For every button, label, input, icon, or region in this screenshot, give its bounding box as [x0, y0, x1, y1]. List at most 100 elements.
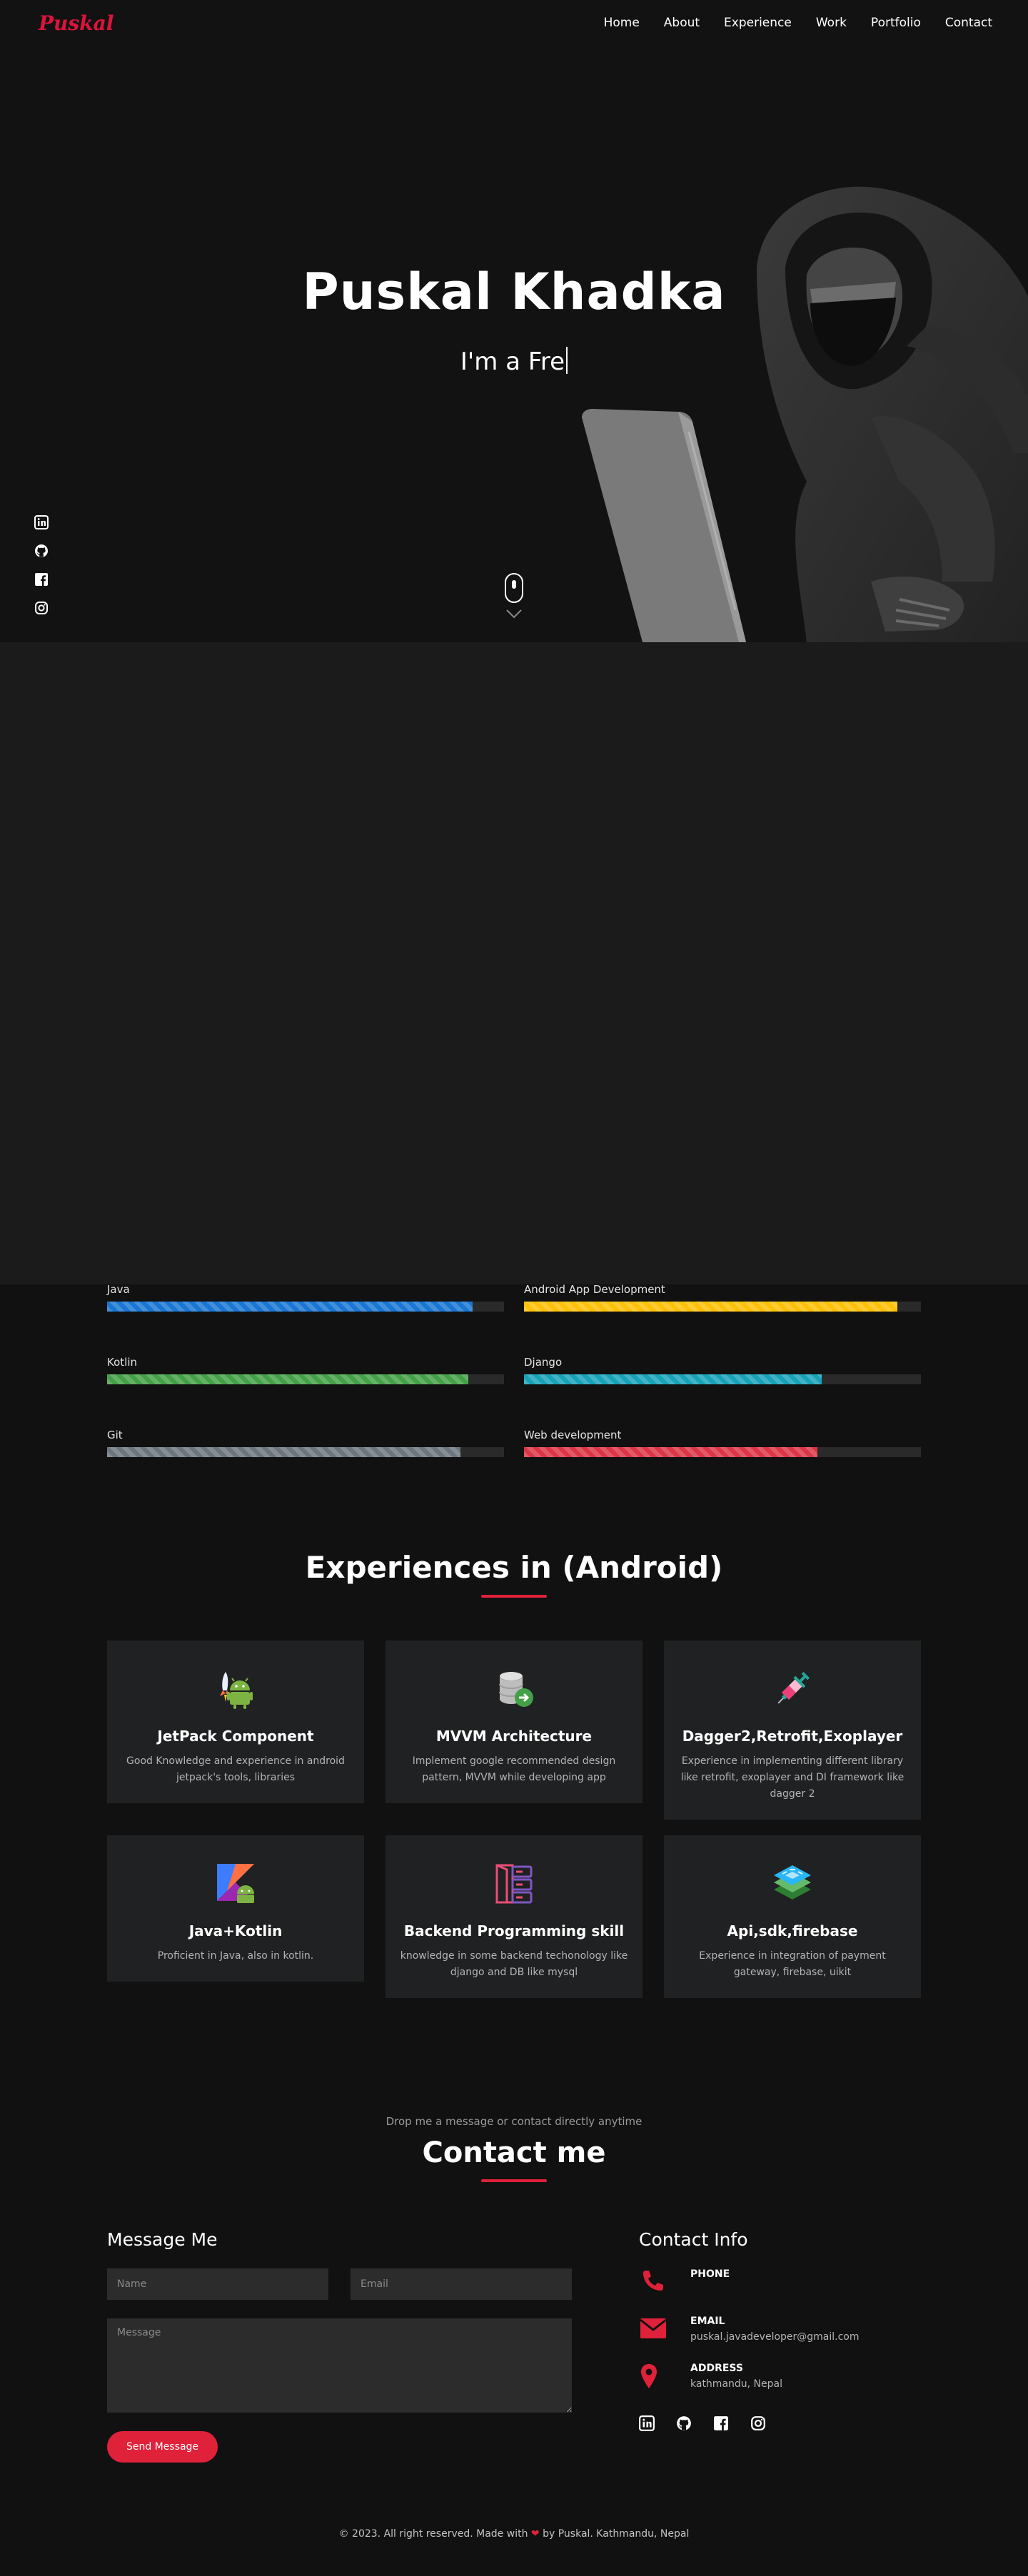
- chevron-down-icon[interactable]: [505, 608, 523, 619]
- heart-icon: ❤: [530, 2528, 540, 2540]
- message-textarea[interactable]: [107, 2318, 572, 2413]
- typing-cursor: [566, 347, 568, 374]
- skill-progress-fill: [107, 1302, 473, 1312]
- contact-social-links: [639, 2415, 921, 2431]
- github-icon[interactable]: [676, 2415, 692, 2431]
- email-label: EMAIL: [690, 2316, 725, 2327]
- linkedin-icon[interactable]: [34, 515, 49, 529]
- skill-item: Git: [107, 1429, 504, 1457]
- contact-info-title: Contact Info: [639, 2229, 748, 2250]
- card-description: Experience in integration of payment gat…: [699, 1950, 886, 1978]
- skill-item: Web development: [524, 1429, 921, 1457]
- skill-item: Java: [107, 1283, 504, 1312]
- nav-item-home[interactable]: Home: [604, 16, 640, 30]
- contact-title: Contact me: [422, 2136, 606, 2169]
- card-description: knowledge in some backend techonology li…: [400, 1950, 628, 1978]
- experience-card: Dagger2,Retrofit,Exoplayer Experience in…: [664, 1641, 921, 1820]
- syringe-icon: [777, 1671, 810, 1704]
- experience-card: JetPack Component Good Knowledge and exp…: [107, 1641, 364, 1803]
- contact-info-email: EMAIL puskal.javadeveloper@gmail.com: [639, 2316, 921, 2344]
- skill-label: Android App Development: [524, 1283, 665, 1296]
- footer-text-after: by Puskal. Kathmandu, Nepal: [543, 2528, 690, 2540]
- about-section-placeholder: [0, 642, 1028, 1284]
- scroll-mouse-icon[interactable]: [505, 573, 523, 603]
- experience-title: Experiences in (Android): [305, 1550, 723, 1585]
- skill-label: Kotlin: [107, 1356, 137, 1369]
- experience-card: Backend Programming skill knowledge in s…: [386, 1835, 642, 1998]
- phone-icon: [643, 2271, 663, 2291]
- phone-label: PHONE: [690, 2268, 730, 2280]
- skill-progress-fill: [524, 1302, 897, 1312]
- contact-section: Message Me Send Message Contact Info PHO…: [107, 2229, 921, 2463]
- linkedin-icon[interactable]: [639, 2415, 655, 2431]
- logo[interactable]: Puskal: [39, 11, 114, 35]
- skill-label: Git: [107, 1429, 123, 1441]
- address-label: ADDRESS: [690, 2363, 743, 2374]
- footer-text-before: © 2023. All right reserved. Made with: [338, 2528, 528, 2540]
- envelope-icon: [640, 2318, 667, 2338]
- nav-item-contact[interactable]: Contact: [945, 16, 992, 30]
- skill-progress-track: [107, 1374, 504, 1384]
- hero-name: Puskal Khadka: [302, 263, 726, 321]
- kotlin-android-icon: [217, 1864, 254, 1903]
- skill-progress-track: [524, 1447, 921, 1457]
- skill-progress-fill: [524, 1374, 822, 1384]
- facebook-icon[interactable]: [713, 2415, 729, 2431]
- form-title: Message Me: [107, 2229, 218, 2250]
- contact-info-address: ADDRESS kathmandu, Nepal: [639, 2363, 921, 2391]
- database-arrow-icon: [499, 1672, 533, 1707]
- skills-section: Java Android App Development Kotlin Django G…: [0, 1283, 1028, 1457]
- api-stack-icon: [774, 1865, 811, 1900]
- skill-item: Android App Development: [524, 1283, 921, 1312]
- email-input[interactable]: [351, 2268, 572, 2300]
- nav-item-work[interactable]: Work: [816, 16, 847, 30]
- experience-cards: JetPack Component Good Knowledge and exp…: [107, 1641, 921, 1998]
- hero-section: Puskal Khadka I'm a Fre: [0, 0, 1028, 642]
- map-pin-icon: [641, 2364, 657, 2388]
- github-icon[interactable]: [34, 544, 49, 558]
- card-description: Good Knowledge and experience in android…: [126, 1755, 345, 1783]
- instagram-icon[interactable]: [750, 2415, 766, 2431]
- nav-menu: Home About Experience Work Portfolio Con…: [604, 16, 992, 30]
- skill-progress-fill: [524, 1447, 818, 1457]
- skill-item: Kotlin: [107, 1356, 504, 1384]
- experience-card: Api,sdk,firebase Experience in integrati…: [664, 1835, 921, 1998]
- skill-progress-fill: [107, 1447, 460, 1457]
- nav-item-about[interactable]: About: [664, 16, 700, 30]
- skill-progress-track: [524, 1302, 921, 1312]
- instagram-icon[interactable]: [34, 601, 49, 615]
- experience-card: Java+Kotlin Proficient in Java, also in …: [107, 1835, 364, 1982]
- typed-text: I'm a Fre: [460, 348, 565, 376]
- skill-item: Django: [524, 1356, 921, 1384]
- card-description: Implement google recommended design patt…: [412, 1755, 616, 1783]
- contact-subtitle: Drop me a message or contact directly an…: [386, 2115, 642, 2128]
- navbar: Puskal Home About Experience Work Portfo…: [0, 0, 1028, 46]
- card-title: Java+Kotlin: [188, 1922, 283, 1939]
- name-input[interactable]: [107, 2268, 328, 2300]
- card-title: Api,sdk,firebase: [727, 1922, 858, 1939]
- card-title: MVVM Architecture: [435, 1728, 593, 1745]
- title-underline: [481, 2179, 547, 2182]
- hero-social-links: [34, 515, 49, 615]
- hacker-illustration: [582, 186, 1028, 642]
- card-description: Experience in implementing different lib…: [680, 1755, 904, 1800]
- card-description: Proficient in Java, also in kotlin.: [157, 1950, 314, 1962]
- nav-item-experience[interactable]: Experience: [724, 16, 792, 30]
- nav-item-portfolio[interactable]: Portfolio: [871, 16, 921, 30]
- address-value: kathmandu, Nepal: [690, 2378, 782, 2390]
- android-rocket-icon: [220, 1672, 253, 1709]
- footer: © 2023. All right reserved. Made with ❤ …: [0, 2528, 1028, 2570]
- contact-info: Contact Info PHONE EMAIL puskal.javadeve…: [639, 2229, 921, 2463]
- facebook-icon[interactable]: [34, 572, 49, 587]
- hero-typed-text: I'm a Fre: [0, 347, 1028, 376]
- skill-label: Django: [524, 1356, 563, 1369]
- contact-info-phone: PHONE: [639, 2268, 921, 2297]
- send-message-button[interactable]: Send Message: [107, 2431, 218, 2463]
- skill-progress-track: [524, 1374, 921, 1384]
- card-title: Backend Programming skill: [403, 1922, 625, 1939]
- skill-progress-track: [107, 1302, 504, 1312]
- email-value[interactable]: puskal.javadeveloper@gmail.com: [690, 2331, 860, 2343]
- server-icon: [495, 1864, 533, 1904]
- skill-label: Web development: [524, 1429, 622, 1441]
- card-title: Dagger2,Retrofit,Exoplayer: [682, 1728, 903, 1745]
